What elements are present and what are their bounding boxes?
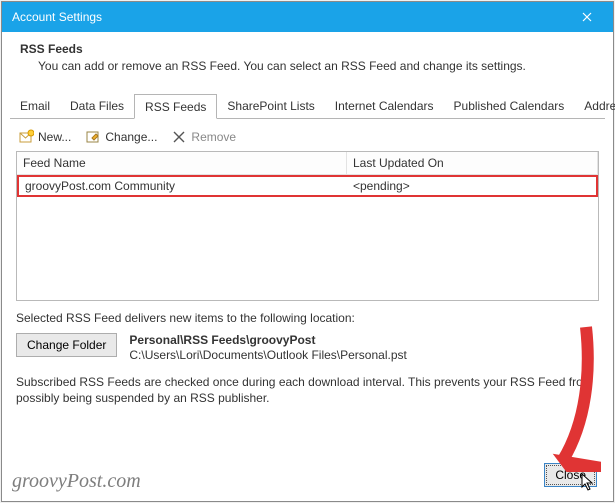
new-button[interactable]: New... — [18, 129, 71, 145]
change-folder-button[interactable]: Change Folder — [16, 333, 117, 357]
close-icon — [582, 12, 592, 22]
change-label: Change... — [105, 130, 157, 144]
tabstrip: Email Data Files RSS Feeds SharePoint Li… — [10, 93, 605, 119]
tab-internet-calendars[interactable]: Internet Calendars — [325, 94, 444, 119]
dialog-footer: Close — [544, 463, 597, 487]
header-title: RSS Feeds — [20, 42, 595, 56]
remove-icon — [171, 129, 187, 145]
subscription-note: Subscribed RSS Feeds are checked once du… — [16, 374, 599, 406]
watermark: groovyPost.com — [12, 470, 141, 493]
header: RSS Feeds You can add or remove an RSS F… — [2, 32, 613, 81]
location-details: Personal\RSS Feeds\groovyPost C:\Users\L… — [129, 333, 406, 362]
col-last-updated[interactable]: Last Updated On — [347, 152, 598, 175]
feed-list[interactable]: Feed Name Last Updated On groovyPost.com… — [16, 151, 599, 301]
cell-feed-name: groovyPost.com Community — [19, 177, 347, 195]
tab-data-files[interactable]: Data Files — [60, 94, 134, 119]
change-button[interactable]: Change... — [85, 129, 157, 145]
window-close-button[interactable] — [567, 2, 607, 32]
cell-last-updated: <pending> — [347, 177, 596, 195]
remove-button[interactable]: Remove — [171, 129, 236, 145]
window-title: Account Settings — [12, 10, 102, 24]
tab-published-calendars[interactable]: Published Calendars — [444, 94, 575, 119]
remove-label: Remove — [191, 130, 236, 144]
titlebar: Account Settings — [2, 2, 613, 32]
new-icon — [18, 129, 34, 145]
change-icon — [85, 129, 101, 145]
location-display-path: Personal\RSS Feeds\groovyPost — [129, 333, 315, 347]
list-row[interactable]: groovyPost.com Community <pending> — [17, 175, 598, 197]
location-intro: Selected RSS Feed delivers new items to … — [16, 311, 599, 325]
toolbar: New... Change... Remove — [12, 125, 603, 149]
close-button[interactable]: Close — [544, 463, 597, 487]
account-settings-window: Account Settings RSS Feeds You can add o… — [1, 1, 614, 502]
tab-address-books[interactable]: Address Books — [574, 94, 615, 119]
list-header: Feed Name Last Updated On — [17, 152, 598, 175]
tab-rss-feeds[interactable]: RSS Feeds — [134, 94, 217, 119]
col-feed-name[interactable]: Feed Name — [17, 152, 347, 175]
tab-email[interactable]: Email — [10, 94, 60, 119]
location-section: Selected RSS Feed delivers new items to … — [16, 311, 599, 362]
tab-sharepoint-lists[interactable]: SharePoint Lists — [217, 94, 324, 119]
location-file-path: C:\Users\Lori\Documents\Outlook Files\Pe… — [129, 348, 406, 362]
header-subtitle: You can add or remove an RSS Feed. You c… — [38, 59, 595, 73]
new-label: New... — [38, 130, 71, 144]
